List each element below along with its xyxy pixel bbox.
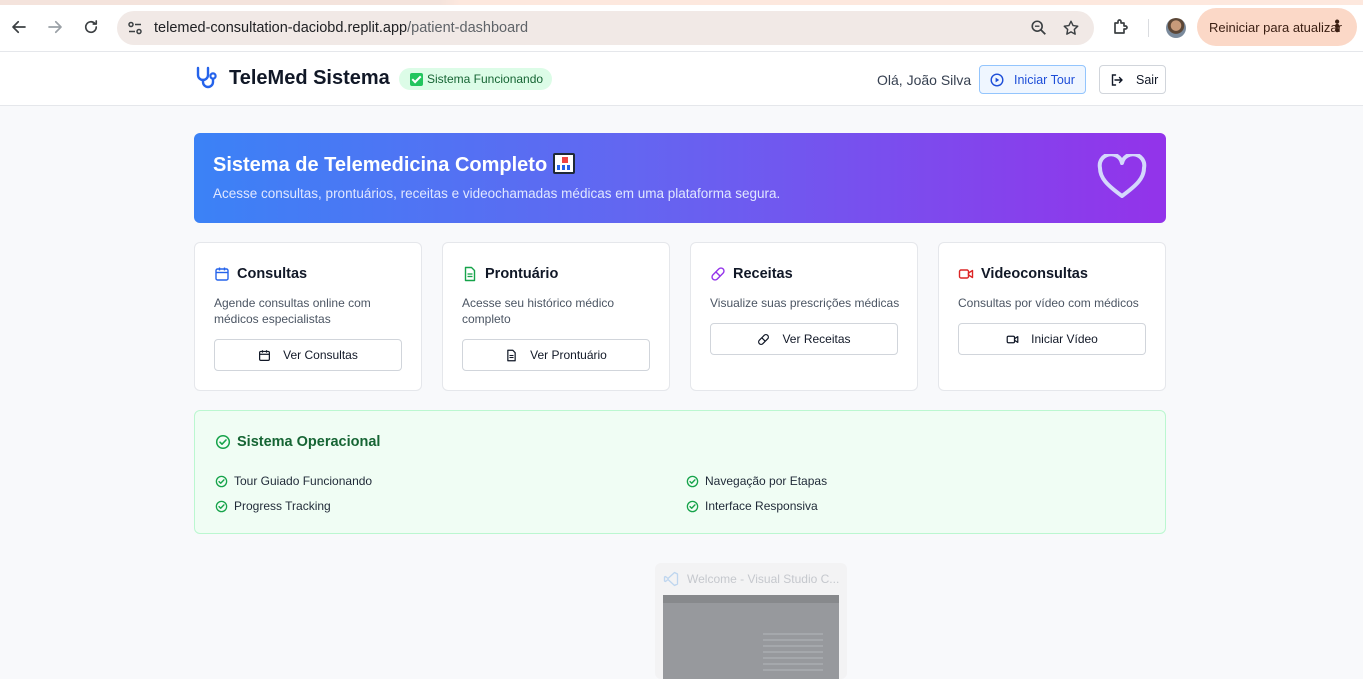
card-prontuario: Prontuário Acesse seu histórico médico c… [442, 242, 670, 391]
card-title: Consultas [237, 266, 308, 282]
button-label: Iniciar Vídeo [1031, 332, 1098, 346]
update-browser-button[interactable]: Reiniciar para atualizar ••• [1197, 8, 1357, 46]
status-badge: Sistema Funcionando [399, 68, 553, 90]
star-icon[interactable] [1062, 19, 1080, 37]
start-tour-button[interactable]: Iniciar Tour [979, 65, 1086, 94]
status-item-label: Tour Guiado Funcionando [234, 474, 373, 488]
preview-title: Welcome - Visual Studio C... [687, 572, 840, 586]
logout-icon [1111, 73, 1123, 86]
forward-arrow-icon[interactable] [45, 17, 65, 37]
card-description: Consultas por vídeo com médicos [958, 296, 1139, 310]
check-circle-icon [215, 500, 228, 512]
status-item-label: Interface Responsiva [705, 499, 818, 513]
card-description: Acesse seu histórico médico completo [462, 296, 615, 326]
card-receitas: Receitas Visualize suas prescrições médi… [690, 242, 918, 391]
start-video-button[interactable]: Iniciar Vídeo [958, 323, 1146, 355]
hero-subtitle: Acesse consultas, prontuários, receitas … [213, 186, 781, 201]
check-circle-icon [215, 475, 228, 487]
play-circle-icon [990, 72, 1004, 87]
status-item-label: Progress Tracking [234, 499, 331, 513]
card-videoconsultas: Videoconsultas Consultas por vídeo com m… [938, 242, 1166, 391]
video-icon [1006, 335, 1019, 343]
tab-strip-edge [0, 0, 1363, 5]
calendar-icon [259, 349, 271, 361]
address-bar[interactable]: telemed-consultation-daciobd.replit.app/… [117, 11, 1094, 45]
status-item: Progress Tracking [215, 499, 331, 513]
browser-toolbar: telemed-consultation-daciobd.replit.app/… [0, 0, 1363, 52]
system-status-panel: Sistema Operacional Tour Guiado Funciona… [194, 410, 1166, 534]
document-icon [507, 349, 516, 361]
status-item-label: Navegação por Etapas [705, 474, 828, 488]
url-text[interactable]: telemed-consultation-daciobd.replit.app/… [154, 20, 528, 36]
hero-banner: Sistema de Telemedicina Completo Acesse … [194, 133, 1166, 223]
card-title: Receitas [733, 266, 793, 282]
check-circle-icon [686, 475, 699, 487]
card-consultas: Consultas Agende consultas online com mé… [194, 242, 422, 391]
app-title: TeleMed Sistema [229, 67, 390, 89]
toolbar-divider [1148, 19, 1149, 37]
document-icon [464, 266, 476, 282]
card-title: Prontuário [485, 266, 559, 282]
status-item: Interface Responsiva [686, 499, 818, 513]
calendar-icon [215, 267, 229, 281]
zoom-icon[interactable] [1030, 19, 1048, 37]
kebab-menu-icon[interactable]: ••• [1328, 19, 1345, 32]
vscode-icon [663, 571, 679, 587]
pill-icon [758, 333, 770, 345]
status-badge-label: Sistema Funcionando [427, 72, 544, 86]
site-info-icon[interactable] [127, 20, 143, 36]
status-panel-title: Sistema Operacional [237, 434, 381, 450]
logout-label: Sair [1136, 72, 1159, 87]
view-prescriptions-button[interactable]: Ver Receitas [710, 323, 898, 355]
extensions-icon[interactable] [1111, 17, 1131, 37]
logout-button[interactable]: Sair [1099, 65, 1166, 94]
view-record-button[interactable]: Ver Prontuário [462, 339, 650, 371]
card-title: Videoconsultas [981, 266, 1088, 282]
video-icon [958, 269, 974, 279]
back-arrow-icon[interactable] [9, 17, 29, 37]
hospital-emoji-icon [553, 153, 576, 174]
card-description: Agende consultas online com médicos espe… [214, 296, 371, 326]
pill-icon [711, 267, 725, 281]
profile-avatar[interactable] [1166, 18, 1186, 38]
heart-icon [1097, 154, 1147, 198]
checkmark-icon [410, 72, 423, 86]
stethoscope-icon [196, 66, 217, 89]
reload-icon[interactable] [81, 17, 101, 37]
status-item: Navegação por Etapas [686, 474, 827, 488]
button-label: Ver Prontuário [530, 348, 607, 362]
card-description: Visualize suas prescrições médicas [710, 296, 900, 310]
view-consultations-button[interactable]: Ver Consultas [214, 339, 402, 371]
update-button-label: Reiniciar para atualizar [1209, 19, 1342, 35]
check-circle-icon [215, 434, 231, 450]
button-label: Ver Consultas [283, 348, 358, 362]
user-greeting: Olá, João Silva [877, 72, 972, 88]
app-header: TeleMed Sistema Sistema Funcionando Olá,… [0, 52, 1363, 106]
hero-title: Sistema de Telemedicina Completo [213, 153, 576, 177]
status-item: Tour Guiado Funcionando [215, 474, 372, 488]
start-tour-label: Iniciar Tour [1014, 72, 1075, 87]
window-preview-thumbnail[interactable]: Welcome - Visual Studio C... [655, 563, 847, 679]
check-circle-icon [686, 500, 699, 512]
button-label: Ver Receitas [782, 332, 851, 346]
preview-screenshot [663, 595, 839, 679]
